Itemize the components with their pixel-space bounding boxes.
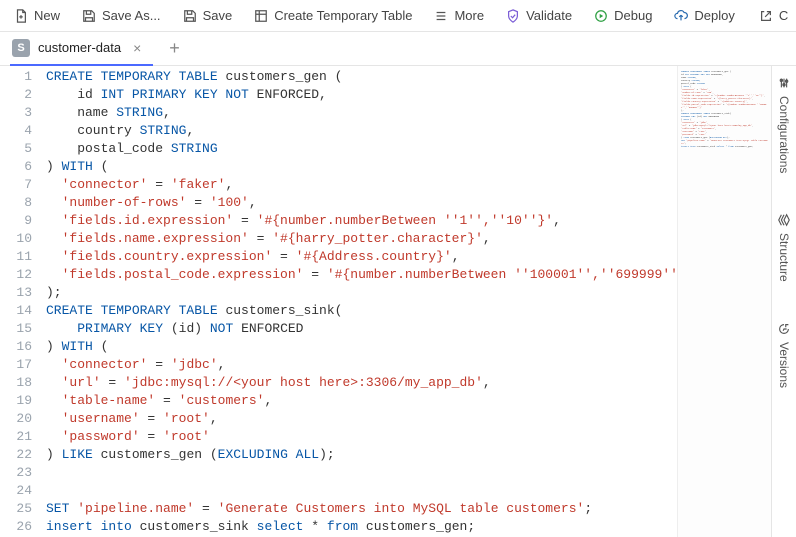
deploy-button[interactable]: Deploy (664, 4, 744, 27)
rail-label: Structure (777, 233, 791, 282)
layers-icon (777, 213, 791, 227)
toolbar: New Save As... Save Create Temporary Tab… (0, 0, 796, 32)
rail-label: Versions (777, 342, 791, 388)
shield-check-icon (506, 9, 520, 23)
code-line[interactable]: ) WITH ( (46, 338, 677, 356)
code-content[interactable]: CREATE TEMPORARY TABLE customers_gen ( i… (46, 66, 677, 537)
code-editor[interactable]: 1234567891011121314151617181920212223242… (0, 66, 771, 537)
code-line[interactable]: 'fields.name.expression' = '#{harry_pott… (46, 230, 677, 248)
code-line[interactable]: ) WITH ( (46, 158, 677, 176)
rail-configurations[interactable]: Configurations (777, 72, 791, 177)
deploy-label: Deploy (694, 8, 734, 23)
code-line[interactable] (46, 482, 677, 500)
code-line[interactable]: 'fields.id.expression' = '#{number.numbe… (46, 212, 677, 230)
rail-versions[interactable]: Versions (777, 318, 791, 392)
right-rail: Configurations Structure Versions (772, 66, 796, 537)
code-line[interactable]: 'fields.postal_code.expression' = '#{num… (46, 266, 677, 284)
minimap[interactable]: CREATE TEMPORARY TABLE customers_gen ( i… (677, 66, 771, 537)
code-line[interactable]: postal_code STRING (46, 140, 677, 158)
debug-label: Debug (614, 8, 652, 23)
code-line[interactable]: name STRING, (46, 104, 677, 122)
code-line[interactable]: 'connector' = 'jdbc', (46, 356, 677, 374)
main-area: 1234567891011121314151617181920212223242… (0, 66, 796, 537)
history-icon (777, 322, 791, 336)
code-line[interactable]: 'number-of-rows' = '100', (46, 194, 677, 212)
line-gutter: 1234567891011121314151617181920212223242… (0, 66, 46, 537)
code-line[interactable]: CREATE TEMPORARY TABLE customers_gen ( (46, 68, 677, 86)
code-line[interactable] (46, 464, 677, 482)
code-line[interactable]: country STRING, (46, 122, 677, 140)
external-link-icon (759, 9, 773, 23)
code-line[interactable]: CREATE TEMPORARY TABLE customers_sink( (46, 302, 677, 320)
code-line[interactable]: SET 'pipeline.name' = 'Generate Customer… (46, 500, 677, 518)
menu-icon (434, 9, 448, 23)
validate-label: Validate (526, 8, 572, 23)
code-line[interactable]: PRIMARY KEY (id) NOT ENFORCED (46, 320, 677, 338)
file-plus-icon (14, 9, 28, 23)
sliders-icon (777, 76, 791, 90)
rail-label: Configurations (777, 96, 791, 173)
share-button-cut[interactable]: C (749, 4, 796, 27)
save-as-icon (82, 9, 96, 23)
table-plus-icon (254, 9, 268, 23)
code-line[interactable]: id INT PRIMARY KEY NOT ENFORCED, (46, 86, 677, 104)
add-tab-button[interactable]: + (161, 38, 188, 59)
tabbar: S customer-data × + (0, 32, 796, 66)
save-label: Save (203, 8, 233, 23)
cloud-upload-icon (674, 9, 688, 23)
play-icon (594, 9, 608, 23)
save-icon (183, 9, 197, 23)
code-line[interactable]: ); (46, 284, 677, 302)
save-as-label: Save As... (102, 8, 161, 23)
save-as-button[interactable]: Save As... (72, 4, 171, 27)
code-line[interactable]: 'fields.country.expression' = '#{Address… (46, 248, 677, 266)
debug-button[interactable]: Debug (584, 4, 662, 27)
new-label: New (34, 8, 60, 23)
code-line[interactable]: insert into customers_sink select * from… (46, 518, 677, 536)
tab-type-badge: S (12, 39, 30, 57)
code-line[interactable]: 'connector' = 'faker', (46, 176, 677, 194)
save-button[interactable]: Save (173, 4, 243, 27)
rail-structure[interactable]: Structure (777, 209, 791, 286)
more-label: More (454, 8, 484, 23)
close-icon[interactable]: × (129, 40, 145, 56)
code-line[interactable]: 'table-name' = 'customers', (46, 392, 677, 410)
tab-customer-data[interactable]: S customer-data × (10, 32, 153, 66)
code-line[interactable]: 'password' = 'root' (46, 428, 677, 446)
code-line[interactable]: 'username' = 'root', (46, 410, 677, 428)
create-temp-table-button[interactable]: Create Temporary Table (244, 4, 422, 27)
create-temp-label: Create Temporary Table (274, 8, 412, 23)
code-line[interactable]: ) LIKE customers_gen (EXCLUDING ALL); (46, 446, 677, 464)
tab-label: customer-data (38, 40, 121, 55)
more-button[interactable]: More (424, 4, 494, 27)
code-line[interactable]: 'url' = 'jdbc:mysql://<your host here>:3… (46, 374, 677, 392)
new-button[interactable]: New (4, 4, 70, 27)
validate-button[interactable]: Validate (496, 4, 582, 27)
share-label-cut: C (779, 8, 788, 23)
